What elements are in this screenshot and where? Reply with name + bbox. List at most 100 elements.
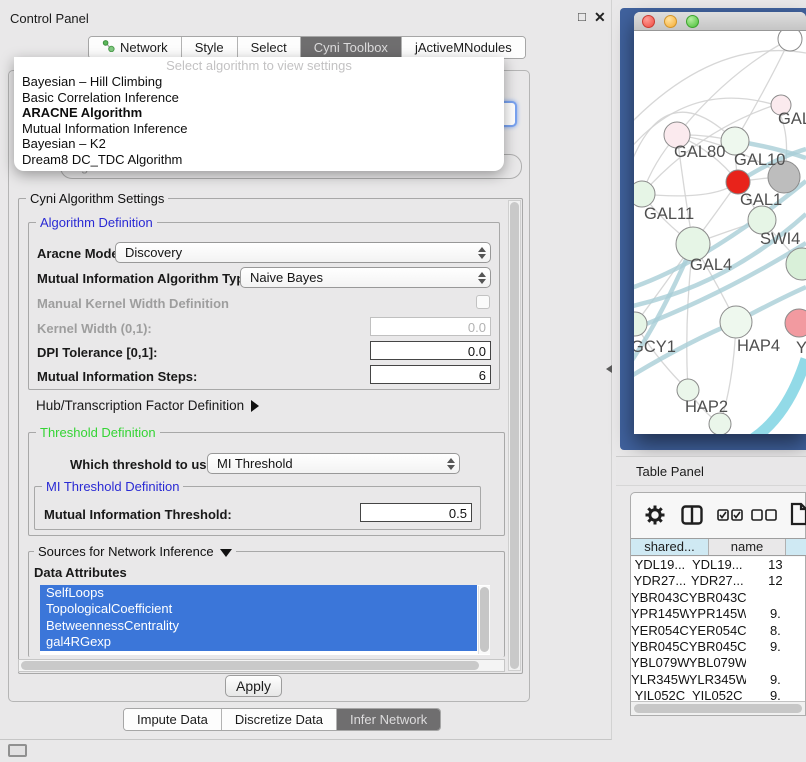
aracne-mode-combo[interactable]: Discovery: [115, 242, 491, 263]
node-label: GAL4: [690, 256, 732, 274]
tab-jactivemnodules[interactable]: jActiveMNodules: [401, 37, 525, 58]
tab-label: Style: [195, 40, 224, 55]
table-cell: YBR043C: [689, 590, 746, 606]
combo-arrows-icon: [474, 247, 490, 259]
dropdown-item-aracne-algorithm[interactable]: ARACNE Algorithm: [14, 105, 504, 121]
network-canvas[interactable]: GALGAL80GAL10GAL1GAL11SWI4GAL4GCY1HAP4YH…: [634, 31, 806, 434]
network-node-gal11[interactable]: [634, 181, 655, 207]
node-label: SWI4: [760, 230, 800, 248]
table-row[interactable]: YER054CYER054C8.: [631, 623, 805, 639]
combo-arrows-icon: [443, 458, 459, 470]
scrollbar-thumb[interactable]: [510, 202, 519, 669]
tab-label: Select: [251, 40, 287, 55]
table-row[interactable]: YIL052CYIL052C9.: [631, 688, 805, 701]
table-cell: YBL079W: [631, 655, 689, 671]
network-window-titlebar[interactable]: [634, 12, 806, 31]
network-view-window[interactable]: GALGAL80GAL10GAL1GAL11SWI4GAL4GCY1HAP4YH…: [634, 12, 806, 434]
bottom-tab-bar: Impute Data Discretize Data Infer Network: [123, 708, 441, 731]
dropdown-item-bayesian-k2[interactable]: Bayesian – K2: [14, 136, 504, 152]
dropdown-items: Bayesian – Hill ClimbingBasic Correlatio…: [14, 74, 504, 167]
dropdown-item-basic-correlation-inference[interactable]: Basic Correlation Inference: [14, 90, 504, 106]
close-icon[interactable]: ✕: [594, 9, 606, 26]
mi-steps-field[interactable]: 6: [370, 365, 491, 384]
network-node-gcy1[interactable]: [634, 312, 647, 336]
tab-network[interactable]: Network: [89, 37, 181, 58]
table-row[interactable]: YBL079WYBL079W: [631, 655, 805, 671]
attribute-item-topologicalcoefficient[interactable]: TopologicalCoefficient: [40, 601, 477, 617]
threshold-definition-legend: Threshold Definition: [36, 425, 160, 440]
tab-discretize-data[interactable]: Discretize Data: [221, 709, 336, 730]
unchecked-pair-icon[interactable]: [751, 509, 778, 521]
mi-threshold-legend: MI Threshold Definition: [42, 479, 183, 494]
control-panel-tab-bar: Network Style Select Cyni ToolboxjActiveMNo…: [88, 36, 526, 59]
tab-label: Discretize Data: [235, 712, 323, 727]
settings-vertical-scrollbar[interactable]: [508, 200, 521, 671]
document-icon[interactable]: [790, 502, 806, 526]
algorithm-dropdown-list: Select algorithm to view settings Bayesi…: [14, 57, 504, 171]
kernel-width-field[interactable]: 0.0: [370, 317, 491, 336]
column-header-a[interactable]: A: [786, 539, 806, 555]
gear-icon[interactable]: [644, 504, 666, 526]
table-row[interactable]: YBR043CYBR043C: [631, 590, 805, 606]
table-cell: YDL19...: [689, 557, 746, 573]
node-label: GAL10: [734, 151, 785, 169]
network-node-hap4[interactable]: [720, 306, 752, 338]
column-header-name[interactable]: name: [709, 539, 786, 555]
dropdown-item-mutual-information-inference[interactable]: Mutual Information Inference: [14, 121, 504, 137]
data-attributes-list[interactable]: SelfLoopsTopologicalCoefficientBetweenne…: [40, 585, 490, 655]
float-window-icon[interactable]: □: [578, 9, 586, 24]
table-row[interactable]: YPR145WYPR145W9.: [631, 606, 805, 622]
panel-collapse-arrow-icon[interactable]: [606, 365, 612, 373]
node-label: GAL80: [674, 143, 725, 161]
which-threshold-label: Which threshold to use:: [70, 457, 218, 472]
tab-style[interactable]: Style: [181, 37, 237, 58]
table-horizontal-scrollbar[interactable]: [631, 701, 805, 715]
dropdown-item-dream8-dc-tdc-algorithm[interactable]: Dream8 DC_TDC Algorithm: [14, 152, 504, 168]
scrollbar-thumb[interactable]: [634, 704, 802, 713]
control-panel-title: Control Panel: [10, 11, 89, 26]
column-icon[interactable]: [681, 505, 703, 525]
minimized-panel-icon[interactable]: [8, 744, 27, 757]
attribute-item-betweennesscentrality[interactable]: BetweennessCentrality: [40, 618, 477, 634]
column-header-shared[interactable]: shared...: [631, 539, 709, 555]
control-panel-window: Control Panel □ ✕ Network Style Select Cyni…: [0, 0, 612, 740]
table-cell: YIL052C: [689, 688, 746, 701]
network-node[interactable]: [709, 413, 731, 434]
close-traffic-light-icon[interactable]: [642, 15, 655, 28]
which-threshold-combo[interactable]: MI Threshold: [207, 453, 460, 474]
tab-impute-data[interactable]: Impute Data: [124, 709, 221, 730]
attribute-item-selfloops[interactable]: SelfLoops: [40, 585, 477, 601]
hub-definition-toggle[interactable]: Hub/Transcription Factor Definition: [36, 398, 259, 413]
network-node[interactable]: [778, 31, 802, 51]
settings-horizontal-scrollbar[interactable]: [18, 659, 505, 672]
dropdown-item-bayesian-hill-climbing[interactable]: Bayesian – Hill Climbing: [14, 74, 504, 90]
table-row[interactable]: YBR045CYBR045C9.: [631, 639, 805, 655]
attribute-item-gal4rgexp[interactable]: gal4RGexp: [40, 634, 477, 650]
mi-threshold-field[interactable]: 0.5: [360, 503, 472, 522]
table-cell: YDL19...: [631, 557, 689, 573]
table-cell: YLR345W: [631, 672, 689, 688]
table-row[interactable]: YDL19...YDL19...13: [631, 557, 805, 573]
aracne-mode-value: Discovery: [116, 245, 474, 260]
manual-kernel-checkbox[interactable]: [476, 295, 490, 309]
table-row[interactable]: YDR27...YDR27...12: [631, 573, 805, 589]
tab-cyni-toolbox[interactable]: Cyni Toolbox: [300, 37, 401, 58]
node-label: HAP2: [685, 398, 728, 416]
table-row[interactable]: YLR345WYLR345W9.: [631, 672, 805, 688]
apply-button[interactable]: Apply: [225, 675, 282, 697]
mi-type-combo[interactable]: Naive Bayes: [240, 267, 491, 288]
minimize-traffic-light-icon[interactable]: [664, 15, 677, 28]
sources-legend[interactable]: Sources for Network Inference: [34, 544, 236, 559]
dpi-tolerance-field[interactable]: 0.0: [370, 341, 491, 360]
manual-kernel-label: Manual Kernel Width Definition: [37, 296, 229, 311]
tab-select[interactable]: Select: [237, 37, 300, 58]
attributes-scrollbar[interactable]: [478, 586, 490, 654]
checked-pair-icon[interactable]: [717, 509, 744, 521]
scrollbar-thumb[interactable]: [21, 661, 479, 670]
tab-infer-network[interactable]: Infer Network: [336, 709, 440, 730]
zoom-traffic-light-icon[interactable]: [686, 15, 699, 28]
network-node-y[interactable]: [785, 309, 806, 337]
mi-type-label: Mutual Information Algorithm Type:: [37, 271, 256, 286]
scrollbar-thumb[interactable]: [480, 587, 489, 652]
table-cell: YPR145W: [689, 606, 746, 622]
